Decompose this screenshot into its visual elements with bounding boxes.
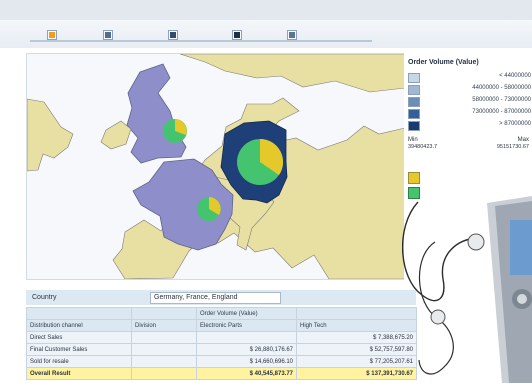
country-filter: Country Germany, France, England (26, 290, 416, 305)
legend-max-label: Max (517, 137, 529, 143)
country-filter-value[interactable]: Germany, France, England (150, 292, 281, 304)
handheld-device-photo (401, 184, 532, 383)
table-header-cell: Order Volume (Value) (196, 307, 297, 320)
map-panel[interactable] (26, 53, 406, 280)
table-header-cell: High Tech (296, 319, 417, 332)
legend-min-label: Min (408, 137, 418, 143)
country-filter-label: Country (32, 294, 57, 301)
legend-item: 58000000 - 73000000 (408, 96, 532, 108)
highlight-tool-icon[interactable] (47, 30, 57, 40)
toolbar (0, 20, 532, 48)
table-total-row: Overall Result $ 40,545,873.77 $ 137,391,… (26, 367, 417, 380)
europe-map (27, 54, 405, 279)
legend-item: < 44000000 (408, 72, 532, 84)
legend-min-value: 39480423.7 (408, 144, 438, 150)
legend-item: > 87000000 (408, 120, 532, 132)
results-table: Order Volume (Value) Distribution channe… (26, 307, 417, 380)
table-header-cell: Electronic Parts (196, 319, 297, 332)
table-row: Direct Sales $ 7,388,675.20 (26, 331, 417, 344)
pan-tool-icon[interactable] (287, 30, 297, 40)
table-header-cell (296, 307, 417, 320)
edit-tool-icon[interactable] (103, 30, 113, 40)
legend-item: 44000000 - 58000000 (408, 84, 532, 96)
legend-max-value: 95151730.67 (496, 144, 529, 150)
table-header-cell: Division (131, 319, 197, 332)
series-swatch-electronic (408, 172, 420, 184)
table-header-cell: Distribution channel (26, 319, 132, 332)
legend-item: 73000000 - 87000000 (408, 108, 532, 120)
toolbar-track (30, 40, 372, 42)
table-row: Sold for resale $ 14,660,696.10 $ 77,205,… (26, 355, 417, 368)
table-header-cell (26, 307, 132, 320)
legend-title: Order Volume (Value) (408, 59, 479, 66)
table-header-cell (131, 307, 197, 320)
select-tool-icon[interactable] (232, 30, 242, 40)
table-row: Final Customer Sales $ 26,880,176.67 $ 52… (26, 343, 417, 356)
top-header-bar (0, 0, 532, 20)
zoom-tool-icon[interactable] (168, 30, 178, 40)
